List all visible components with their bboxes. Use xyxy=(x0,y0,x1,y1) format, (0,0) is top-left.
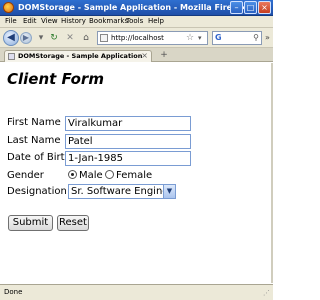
history-dropdown-icon[interactable]: ▾ xyxy=(35,32,47,44)
chevron-down-icon[interactable]: ▼ xyxy=(163,185,175,198)
dob-label: Date of Birth xyxy=(7,152,71,163)
designation-label: Designation xyxy=(7,186,67,197)
tab-page-icon xyxy=(8,53,15,60)
search-bar[interactable]: G ⚲ xyxy=(212,31,262,45)
resize-grip-icon[interactable]: ⋰ xyxy=(263,289,270,297)
designation-value: Sr. Software Engineer xyxy=(71,186,176,197)
site-favicon-icon xyxy=(100,34,108,42)
menu-bar: File Edit View History Bookmarks Tools H… xyxy=(0,16,273,28)
maximize-icon[interactable]: □ xyxy=(244,1,257,14)
gender-male-label: Male xyxy=(79,170,103,181)
page-title: Client Form xyxy=(7,70,104,88)
gender-male-radio[interactable] xyxy=(68,170,77,179)
reset-button[interactable]: Reset xyxy=(57,215,89,231)
tab-bar: DOMStorage - Sample Application × + xyxy=(0,48,273,62)
menu-edit[interactable]: Edit xyxy=(23,17,37,25)
menu-history[interactable]: History xyxy=(61,17,86,25)
window-controls: – □ × xyxy=(230,1,271,14)
search-icon[interactable]: ⚲ xyxy=(253,33,259,42)
gender-female-label: Female xyxy=(116,170,153,181)
gender-label: Gender xyxy=(7,170,44,181)
designation-select[interactable]: Sr. Software Engineer ▼ xyxy=(68,184,176,199)
home-icon[interactable]: ⌂ xyxy=(80,32,92,44)
new-tab-icon[interactable]: + xyxy=(158,50,170,61)
toolbar-overflow-icon[interactable]: » xyxy=(265,33,270,42)
url-text: http://localhost xyxy=(111,34,164,42)
page-content: Client Form First Name Viralkumar Last N… xyxy=(0,63,271,283)
forward-icon[interactable]: ▶ xyxy=(20,32,32,44)
reload-icon[interactable]: ↻ xyxy=(48,32,60,44)
menu-bookmarks[interactable]: Bookmarks xyxy=(89,17,128,25)
gender-male-option[interactable]: Male xyxy=(68,170,103,181)
first-name-field[interactable]: Viralkumar xyxy=(65,116,191,131)
menu-file[interactable]: File xyxy=(5,17,17,25)
google-search-icon[interactable]: G xyxy=(215,33,222,42)
minimize-icon[interactable]: – xyxy=(230,1,243,14)
firefox-icon xyxy=(3,2,14,13)
status-bar: Done ⋰ xyxy=(0,284,273,300)
status-text: Done xyxy=(4,288,23,296)
tab-close-icon[interactable]: × xyxy=(141,51,148,60)
menu-view[interactable]: View xyxy=(41,17,58,25)
url-dropdown-icon[interactable]: ▾ xyxy=(198,34,202,42)
menu-help[interactable]: Help xyxy=(148,17,164,25)
last-name-label: Last Name xyxy=(7,135,61,146)
gender-female-option[interactable]: Female xyxy=(105,170,152,181)
close-icon[interactable]: × xyxy=(258,1,271,14)
url-bar[interactable]: http://localhost ☆ ▾ xyxy=(97,31,208,45)
menu-tools[interactable]: Tools xyxy=(126,17,143,25)
gender-female-radio[interactable] xyxy=(105,170,114,179)
window-title-bar: DOMStorage - Sample Application - Mozill… xyxy=(0,0,273,16)
last-name-field[interactable]: Patel xyxy=(65,134,191,149)
window-title: DOMStorage - Sample Application - Mozill… xyxy=(18,3,247,12)
tab-domstorage[interactable]: DOMStorage - Sample Application × xyxy=(4,50,152,62)
back-icon[interactable]: ◀ xyxy=(3,30,19,46)
tab-label: DOMStorage - Sample Application xyxy=(18,52,143,60)
submit-button[interactable]: Submit xyxy=(8,215,53,231)
window-edge xyxy=(271,63,273,283)
bookmark-star-icon[interactable]: ☆ xyxy=(186,33,194,43)
dob-field[interactable]: 1-Jan-1985 xyxy=(65,151,191,166)
navigation-toolbar: ◀ ▶ ▾ ↻ ✕ ⌂ http://localhost ☆ ▾ G ⚲ » xyxy=(0,28,273,48)
first-name-label: First Name xyxy=(7,117,61,128)
stop-icon[interactable]: ✕ xyxy=(64,32,76,44)
